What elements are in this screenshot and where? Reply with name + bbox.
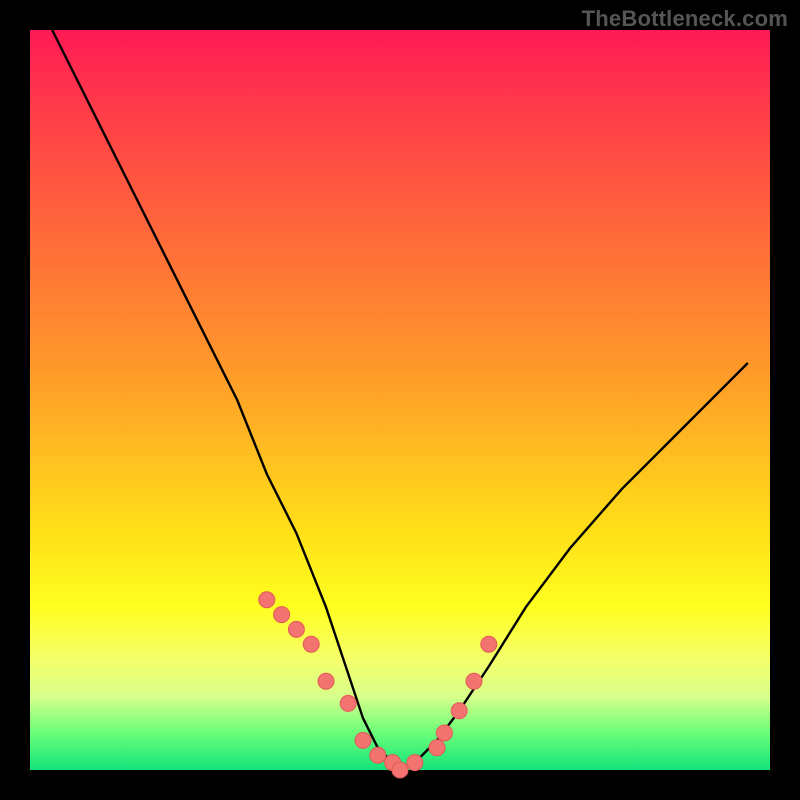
curve-svg xyxy=(30,30,770,770)
marker-dot xyxy=(303,636,319,652)
marker-dot xyxy=(318,673,334,689)
chart-canvas: TheBottleneck.com xyxy=(0,0,800,800)
marker-dot xyxy=(355,732,371,748)
marker-dot xyxy=(407,755,423,771)
marker-dot xyxy=(481,636,497,652)
marker-dot xyxy=(429,740,445,756)
marker-dot xyxy=(436,725,452,741)
marker-dot xyxy=(370,747,386,763)
marker-points xyxy=(259,592,497,778)
marker-dot xyxy=(340,695,356,711)
marker-dot xyxy=(288,621,304,637)
plot-area xyxy=(30,30,770,770)
curve-line xyxy=(52,30,748,770)
marker-dot xyxy=(274,607,290,623)
watermark-text: TheBottleneck.com xyxy=(582,6,788,32)
marker-dot xyxy=(259,592,275,608)
marker-dot xyxy=(466,673,482,689)
marker-dot xyxy=(392,762,408,778)
marker-dot xyxy=(451,703,467,719)
